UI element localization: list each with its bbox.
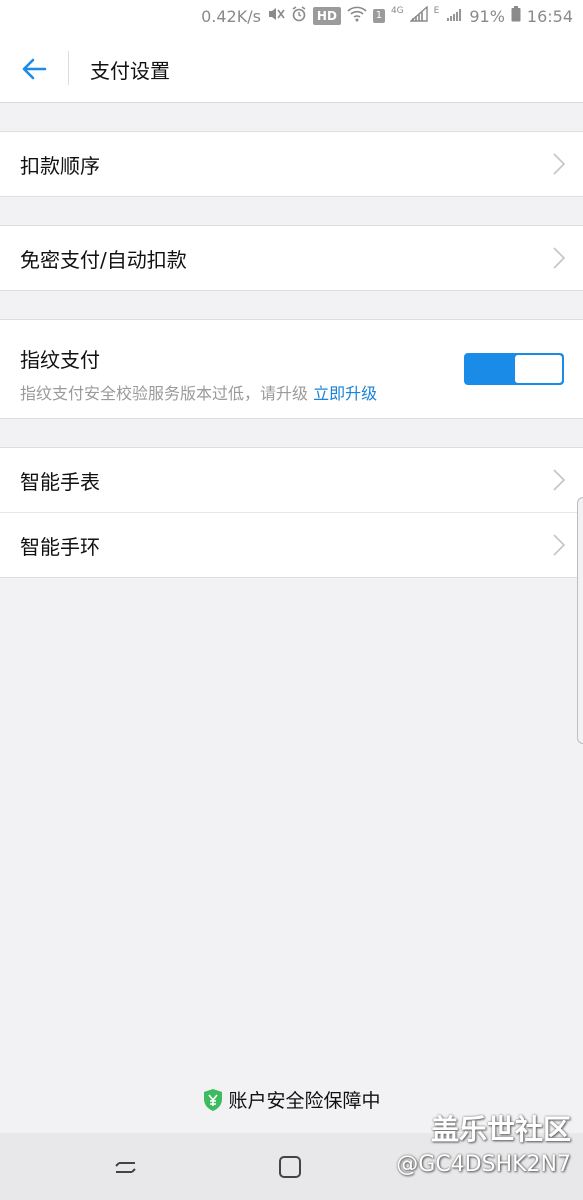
back-button[interactable] <box>12 49 56 89</box>
upgrade-now-link[interactable]: 立即升级 <box>313 384 377 403</box>
smart-watch-item[interactable]: 智能手表 <box>0 448 583 512</box>
watermark: 盖乐世社区 @GC4DSHK2N7 <box>396 1108 571 1177</box>
watermark-line1: 盖乐世社区 <box>430 1113 571 1146</box>
toggle-knob <box>515 355 562 383</box>
signal-icon <box>408 5 428 26</box>
recent-apps-icon <box>115 1162 136 1173</box>
chevron-right-icon <box>553 469 565 491</box>
network-e-label: E <box>433 6 440 16</box>
edge-panel-handle[interactable] <box>577 497 583 744</box>
battery-icon <box>511 6 521 26</box>
shield-yuan-icon <box>204 1088 223 1111</box>
home-icon <box>279 1156 301 1178</box>
network-speed: 0.42K/s <box>201 6 261 26</box>
password-free-label: 免密支付/自动扣款 <box>20 247 187 272</box>
deduction-order-item[interactable]: 扣款顺序 <box>0 132 583 196</box>
security-text: 账户安全险保障中 <box>228 1090 381 1112</box>
fingerprint-title: 指纹支付 <box>20 348 100 372</box>
mute-icon <box>267 6 285 26</box>
chevron-right-icon <box>553 153 565 175</box>
fingerprint-subtitle: 指纹支付安全校验服务版本过低，请升级 立即升级 <box>20 380 377 404</box>
nav-divider <box>68 51 69 85</box>
home-button[interactable] <box>270 1151 310 1183</box>
wifi-icon <box>347 6 367 26</box>
network-4g-label: 4G <box>390 6 404 16</box>
fingerprint-subtitle-text: 指纹支付安全校验服务版本过低，请升级 <box>20 384 309 403</box>
signal-icon-2 <box>445 6 463 26</box>
deduction-order-label: 扣款顺序 <box>20 153 100 178</box>
fingerprint-toggle[interactable] <box>464 353 564 385</box>
status-bar: 0.42K/s HD 1 4G E 91% 16:54 <box>0 0 583 35</box>
chevron-right-icon <box>553 534 565 556</box>
alarm-icon <box>291 6 307 26</box>
smart-watch-label: 智能手表 <box>20 469 100 494</box>
group-smart-devices: 智能手表 智能手环 <box>0 447 583 578</box>
group-deduction-order: 扣款顺序 <box>0 131 583 197</box>
password-free-item[interactable]: 免密支付/自动扣款 <box>0 226 583 290</box>
navigation-bar: 支付设置 <box>0 35 583 103</box>
status-indicators: 0.42K/s HD 1 4G E 91% 16:54 <box>201 5 573 26</box>
watermark-line2: @GC4DSHK2N7 <box>396 1152 571 1177</box>
sim-badge: 1 <box>372 9 385 23</box>
page-title: 支付设置 <box>90 59 170 83</box>
chevron-right-icon <box>553 247 565 269</box>
arrow-left-icon <box>22 58 47 80</box>
battery-percent: 91% <box>469 6 505 26</box>
hd-badge: HD <box>312 7 341 25</box>
group-fingerprint: 指纹支付 指纹支付安全校验服务版本过低，请升级 立即升级 <box>0 319 583 419</box>
fingerprint-item: 指纹支付 指纹支付安全校验服务版本过低，请升级 立即升级 <box>0 320 583 418</box>
recent-apps-button[interactable] <box>106 1151 146 1183</box>
smart-band-item[interactable]: 智能手环 <box>0 513 583 577</box>
clock: 16:54 <box>526 6 573 26</box>
group-password-free: 免密支付/自动扣款 <box>0 225 583 291</box>
smart-band-label: 智能手环 <box>20 534 100 559</box>
